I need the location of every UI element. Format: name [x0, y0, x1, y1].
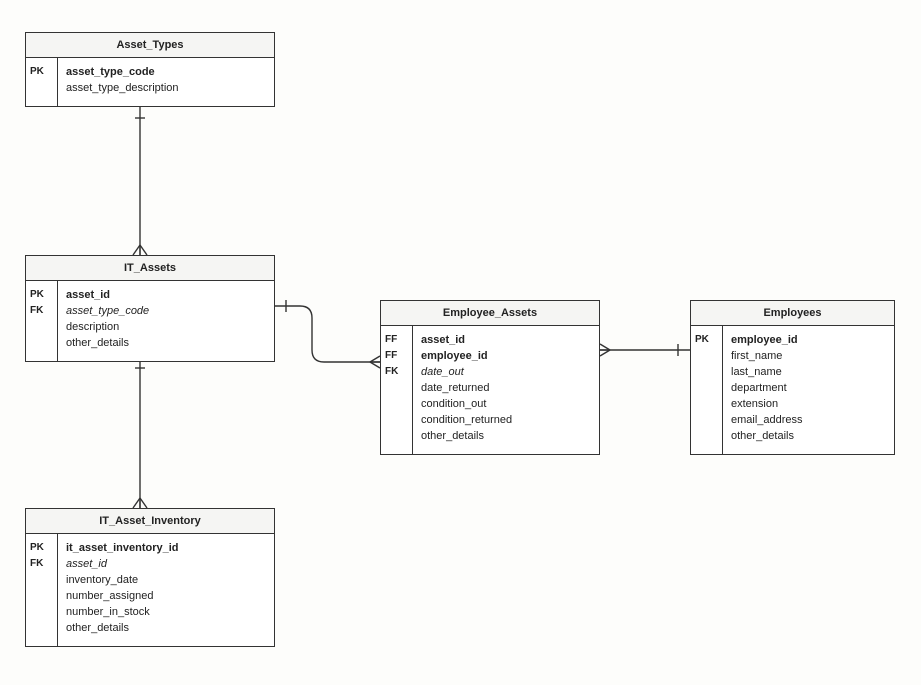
key-label: PK: [695, 332, 718, 348]
field: description: [66, 319, 266, 335]
field: last_name: [731, 364, 886, 380]
field: asset_id: [421, 332, 591, 348]
field: asset_id: [66, 556, 266, 572]
field: date_returned: [421, 380, 591, 396]
entity-title: IT_Assets: [26, 256, 274, 281]
field: number_assigned: [66, 588, 266, 604]
key-label: FK: [30, 556, 53, 572]
key-label: FK: [385, 364, 408, 380]
field: asset_id: [66, 287, 266, 303]
field-column: asset_id employee_id date_out date_retur…: [413, 326, 599, 454]
field: number_in_stock: [66, 604, 266, 620]
field: inventory_date: [66, 572, 266, 588]
field-column: employee_id first_name last_name departm…: [723, 326, 894, 454]
key-label: FF: [385, 332, 408, 348]
field: asset_type_code: [66, 64, 266, 80]
field: other_details: [66, 335, 266, 351]
field: date_out: [421, 364, 591, 380]
entity-it-assets: IT_Assets PK FK asset_id asset_type_code…: [25, 255, 275, 362]
key-column: PK: [691, 326, 723, 454]
key-label: FF: [385, 348, 408, 364]
field: other_details: [731, 428, 886, 444]
field: other_details: [421, 428, 591, 444]
key-column: PK FK: [26, 281, 58, 361]
field: employee_id: [731, 332, 886, 348]
key-column: PK: [26, 58, 58, 106]
field: condition_returned: [421, 412, 591, 428]
field-column: it_asset_inventory_id asset_id inventory…: [58, 534, 274, 646]
entity-title: Asset_Types: [26, 33, 274, 58]
field: asset_type_code: [66, 303, 266, 319]
entity-title: Employee_Assets: [381, 301, 599, 326]
key-column: PK FK: [26, 534, 58, 646]
entity-title: IT_Asset_Inventory: [26, 509, 274, 534]
key-label: PK: [30, 64, 53, 80]
key-label: PK: [30, 287, 53, 303]
entity-title: Employees: [691, 301, 894, 326]
entity-employees: Employees PK employee_id first_name last…: [690, 300, 895, 455]
field: other_details: [66, 620, 266, 636]
field: department: [731, 380, 886, 396]
field-column: asset_id asset_type_code description oth…: [58, 281, 274, 361]
key-label: FK: [30, 303, 53, 319]
field: it_asset_inventory_id: [66, 540, 266, 556]
field: condition_out: [421, 396, 591, 412]
field: employee_id: [421, 348, 591, 364]
entity-employee-assets: Employee_Assets FF FF FK asset_id employ…: [380, 300, 600, 455]
field: asset_type_description: [66, 80, 266, 96]
field: extension: [731, 396, 886, 412]
field: first_name: [731, 348, 886, 364]
entity-it-asset-inventory: IT_Asset_Inventory PK FK it_asset_invent…: [25, 508, 275, 647]
field-column: asset_type_code asset_type_description: [58, 58, 274, 106]
key-column: FF FF FK: [381, 326, 413, 454]
entity-asset-types: Asset_Types PK asset_type_code asset_typ…: [25, 32, 275, 107]
field: email_address: [731, 412, 886, 428]
key-label: PK: [30, 540, 53, 556]
